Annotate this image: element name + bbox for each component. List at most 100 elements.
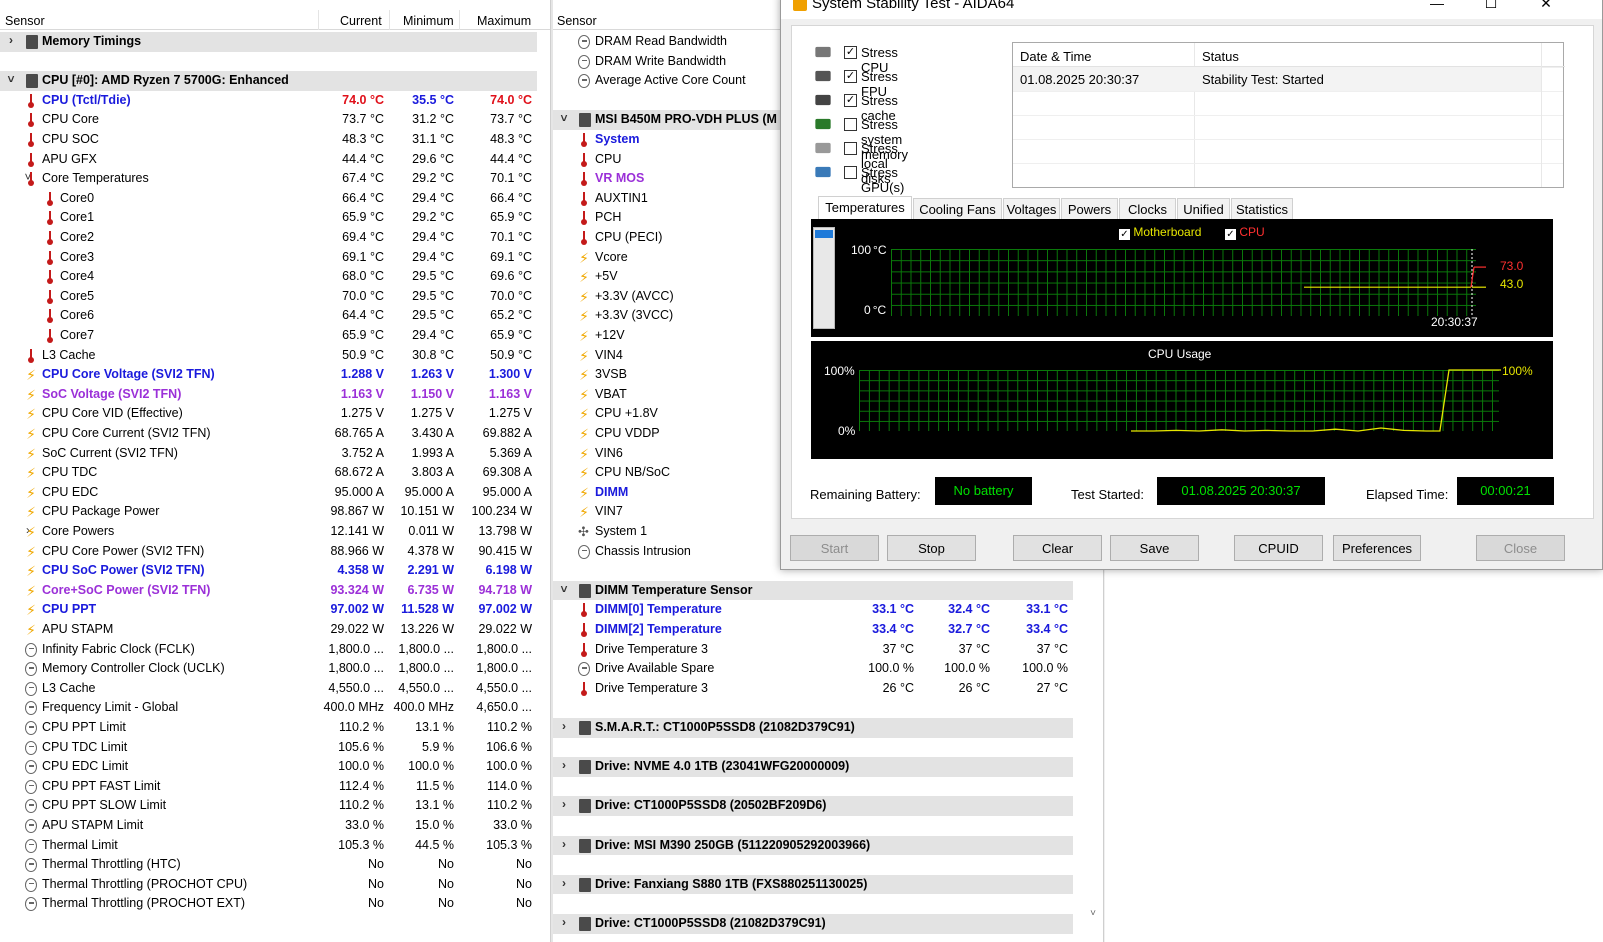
legend-cpu-checkbox[interactable]: ✓	[1225, 229, 1236, 240]
cpuid-button[interactable]: CPUID	[1234, 535, 1323, 561]
sensor-group-cpu-0-amd-ryzen-7-5700g-enhanced[interactable]: ˅ CPU [#0]: AMD Ryzen 7 5700G: Enhanced	[0, 71, 537, 91]
col-sensor[interactable]: Sensor	[5, 14, 45, 28]
title-bar[interactable]: System Stability Test - AIDA64 — ☐ ✕	[781, 0, 1602, 19]
sensor-row-core-soc-power-svi2-tfn[interactable]: ⚡ Core+SoC Power (SVI2 TFN) 93.324 W 6.735 …	[0, 581, 537, 601]
sensor-row-core1[interactable]: Core1 65.9 °C 29.2 °C 65.9 °C	[0, 208, 537, 228]
sensor-group-drive-ct1000p5ssd8-21082d379c91[interactable]: › Drive: CT1000P5SSD8 (21082D379C91)	[553, 914, 1073, 934]
sensor-row-core7[interactable]: Core7 65.9 °C 29.4 °C 65.9 °C	[0, 326, 537, 346]
sensor-row-core5[interactable]: Core5 70.0 °C 29.5 °C 70.0 °C	[0, 287, 537, 307]
tab-statistics[interactable]: Statistics	[1231, 198, 1293, 220]
sensor-row-thermal-throttling-prochot-cpu[interactable]: Thermal Throttling (PROCHOT CPU) No No No	[0, 875, 537, 895]
collapse-icon[interactable]: ˅	[558, 582, 570, 596]
sensor-row-drive-temperature-3[interactable]: Drive Temperature 3 26 °C 26 °C 27 °C	[553, 679, 1073, 699]
option-checkbox[interactable]	[844, 142, 857, 155]
close-icon[interactable]: ✕	[1526, 0, 1566, 12]
sensor-row-cpu-edc[interactable]: ⚡ CPU EDC 95.000 A 95.000 A 95.000 A	[0, 483, 537, 503]
sensor-row-cpu-package-power[interactable]: ⚡ CPU Package Power 98.867 W 10.151 W 100.23…	[0, 502, 537, 522]
sensor-row-soc-voltage-svi2-tfn[interactable]: ⚡ SoC Voltage (SVI2 TFN) 1.163 V 1.150 V 1.1…	[0, 385, 537, 405]
clear-button[interactable]: Clear	[1013, 535, 1102, 561]
expand-icon[interactable]: ›	[558, 837, 570, 851]
sensor-row-thermal-limit[interactable]: Thermal Limit 105.3 % 44.5 % 105.3 %	[0, 836, 537, 856]
collapse-icon[interactable]: ˅	[558, 111, 570, 125]
legend-motherboard-checkbox[interactable]: ✓	[1119, 229, 1130, 240]
option-checkbox[interactable]: ✓	[844, 94, 857, 107]
collapse-icon[interactable]: ˅	[5, 72, 17, 86]
sensor-row-apu-stapm-limit[interactable]: APU STAPM Limit 33.0 % 15.0 % 33.0 %	[0, 816, 537, 836]
sensor-row-apu-stapm[interactable]: ⚡ APU STAPM 29.022 W 13.226 W 29.022 W	[0, 620, 537, 640]
sensor-row-dimm-2-temperature[interactable]: DIMM[2] Temperature 33.4 °C 32.7 °C 33.4 °C	[553, 620, 1073, 640]
sensor-row-core0[interactable]: Core0 66.4 °C 29.4 °C 66.4 °C	[0, 189, 537, 209]
sensor-group-drive-ct1000p5ssd8-20502bf209d6[interactable]: › Drive: CT1000P5SSD8 (20502BF209D6)	[553, 796, 1073, 816]
save-button[interactable]: Save	[1110, 535, 1199, 561]
close-button[interactable]: Close	[1476, 535, 1565, 561]
sensor-row-infinity-fabric-clock-fclk[interactable]: Infinity Fabric Clock (FCLK) 1,800.0 ... 1…	[0, 640, 537, 660]
sensor-row-cpu-core-current-svi2-tfn[interactable]: ⚡ CPU Core Current (SVI2 TFN) 68.765 A 3.43…	[0, 424, 537, 444]
sensor-row-cpu-core[interactable]: CPU Core 73.7 °C 31.2 °C 73.7 °C	[0, 110, 537, 130]
start-button[interactable]: Start	[790, 535, 879, 561]
sensor-row-l3-cache[interactable]: L3 Cache 50.9 °C 30.8 °C 50.9 °C	[0, 346, 537, 366]
expand-icon[interactable]: ›	[5, 33, 17, 47]
expand-icon[interactable]: ›	[558, 719, 570, 733]
sensor-row-thermal-throttling-prochot-ext[interactable]: Thermal Throttling (PROCHOT EXT) No No No	[0, 894, 537, 914]
sensor-group-drive-nvme-4-0-1tb-23041wfg20000009[interactable]: › Drive: NVME 4.0 1TB (23041WFG20000009)	[553, 757, 1073, 777]
col-minimum[interactable]: Minimum	[403, 14, 454, 28]
legend-motherboard[interactable]: ✓ Motherboard	[1119, 225, 1201, 240]
sensor-row-memory-controller-clock-uclk[interactable]: Memory Controller Clock (UCLK) 1,800.0 ..…	[0, 659, 537, 679]
preferences-button[interactable]: Preferences	[1333, 535, 1421, 561]
expand-icon[interactable]: ›	[558, 758, 570, 772]
sensor-row-cpu-core-power-svi2-tfn[interactable]: ⚡ CPU Core Power (SVI2 TFN) 88.966 W 4.378 …	[0, 542, 537, 562]
sensor-row-dimm-0-temperature[interactable]: DIMM[0] Temperature 33.1 °C 32.4 °C 33.1 °C	[553, 600, 1073, 620]
sensor-row-cpu-tctl-tdie[interactable]: CPU (Tctl/Tdie) 74.0 °C 35.5 °C 74.0 °C	[0, 91, 537, 111]
maximize-icon[interactable]: ☐	[1471, 0, 1511, 12]
tab-unified[interactable]: Unified	[1177, 198, 1230, 220]
sensor-row-cpu-ppt-fast-limit[interactable]: CPU PPT FAST Limit 112.4 % 11.5 % 114.0 %	[0, 777, 537, 797]
legend-cpu[interactable]: ✓ CPU	[1225, 225, 1265, 240]
tab-cooling-fans[interactable]: Cooling Fans	[913, 198, 1002, 220]
sensor-row-cpu-core-voltage-svi2-tfn[interactable]: ⚡ CPU Core Voltage (SVI2 TFN) 1.288 V 1.263…	[0, 365, 537, 385]
sensor-group-drive-fanxiang-s880-1tb-fxs880251130025[interactable]: › Drive: Fanxiang S880 1TB (FXS8802511300…	[553, 874, 1073, 895]
sensor-group-dimm-temperature-sensor[interactable]: ˅ DIMM Temperature Sensor	[553, 580, 1073, 601]
sensor-row-cpu-core-vid-effective[interactable]: ⚡ CPU Core VID (Effective) 1.275 V 1.275 V 1…	[0, 404, 537, 424]
sensor-row-core-temperatures[interactable]: ˅ Core Temperatures 67.4 °C 29.2 °C 70.1 °C	[0, 169, 537, 189]
sensor-row-core3[interactable]: Core3 69.1 °C 29.4 °C 69.1 °C	[0, 248, 537, 268]
option-checkbox[interactable]: ✓	[844, 70, 857, 83]
sensor-row-frequency-limit-global[interactable]: Frequency Limit - Global 400.0 MHz 400.0 M…	[0, 698, 537, 718]
sensor-row-thermal-throttling-htc[interactable]: Thermal Throttling (HTC) No No No	[0, 855, 537, 875]
sensor-group-s-m-a-r-t-ct1000p5ssd8-21082d379c91[interactable]: › S.M.A.R.T.: CT1000P5SSD8 (21082D379C91)	[553, 718, 1073, 738]
tab-clocks[interactable]: Clocks	[1119, 198, 1176, 220]
col-maximum[interactable]: Maximum	[477, 14, 531, 28]
sensor-group-drive-msi-m390-250gb-511220905292003966[interactable]: › Drive: MSI M390 250GB (5112209052920039…	[553, 835, 1073, 856]
sensor-row-cpu-ppt[interactable]: ⚡ CPU PPT 97.002 W 11.528 W 97.002 W	[0, 600, 537, 620]
sensor-row-core4[interactable]: Core4 68.0 °C 29.5 °C 69.6 °C	[0, 267, 537, 287]
sensor-row-cpu-tdc-limit[interactable]: CPU TDC Limit 105.6 % 5.9 % 106.6 %	[0, 738, 537, 758]
sensor-row-cpu-ppt-slow-limit[interactable]: CPU PPT SLOW Limit 110.2 % 13.1 % 110.2 %	[0, 796, 537, 816]
sensor-row-drive-temperature-3[interactable]: Drive Temperature 3 37 °C 37 °C 37 °C	[553, 640, 1073, 660]
sensor-row-apu-gfx[interactable]: APU GFX 44.4 °C 29.6 °C 44.4 °C	[0, 150, 537, 170]
minimize-icon[interactable]: —	[1417, 0, 1457, 11]
option-checkbox[interactable]	[844, 118, 857, 131]
sensor-row-cpu-edc-limit[interactable]: CPU EDC Limit 100.0 % 100.0 % 100.0 %	[0, 757, 537, 777]
expand-icon[interactable]: ›	[558, 915, 570, 929]
sensor-row-cpu-soc[interactable]: CPU SOC 48.3 °C 31.1 °C 48.3 °C	[0, 130, 537, 150]
tab-voltages[interactable]: Voltages	[1003, 198, 1060, 220]
sensor-row-core-powers[interactable]: › ⚡ Core Powers 12.141 W 0.011 W 13.798 W	[0, 522, 537, 542]
option-checkbox[interactable]: ✓	[844, 46, 857, 59]
sensor-row-cpu-ppt-limit[interactable]: CPU PPT Limit 110.2 % 13.1 % 110.2 %	[0, 718, 537, 738]
sensor-row-soc-current-svi2-tfn[interactable]: ⚡ SoC Current (SVI2 TFN) 3.752 A 1.993 A 5.3…	[0, 444, 537, 464]
sensor-group-memory-timings[interactable]: › Memory Timings	[0, 32, 537, 52]
sensor-row-drive-available-spare[interactable]: Drive Available Spare 100.0 % 100.0 % 100.0…	[553, 659, 1073, 679]
sensor-row-cpu-tdc[interactable]: ⚡ CPU TDC 68.672 A 3.803 A 69.308 A	[0, 463, 537, 483]
sensor-row-core6[interactable]: Core6 64.4 °C 29.5 °C 65.2 °C	[0, 306, 537, 326]
tab-temperatures[interactable]: Temperatures	[818, 196, 912, 220]
tab-powers[interactable]: Powers	[1061, 198, 1118, 220]
sensor-row-cpu-soc-power-svi2-tfn[interactable]: ⚡ CPU SoC Power (SVI2 TFN) 4.358 W 2.291 W 6…	[0, 561, 537, 581]
col-sensor[interactable]: Sensor	[557, 14, 597, 28]
expand-icon[interactable]: ›	[558, 797, 570, 811]
sensor-row-core2[interactable]: Core2 69.4 °C 29.4 °C 70.1 °C	[0, 228, 537, 248]
sensor-row-l3-cache[interactable]: L3 Cache 4,550.0 ... 4,550.0 ... 4,550.0 ..…	[0, 679, 537, 699]
expand-icon[interactable]: ›	[558, 876, 570, 890]
scroll-down-arrow[interactable]: ˅	[1086, 908, 1100, 924]
stop-button[interactable]: Stop	[887, 535, 976, 561]
col-current[interactable]: Current	[340, 14, 382, 28]
option-checkbox[interactable]	[844, 166, 857, 179]
